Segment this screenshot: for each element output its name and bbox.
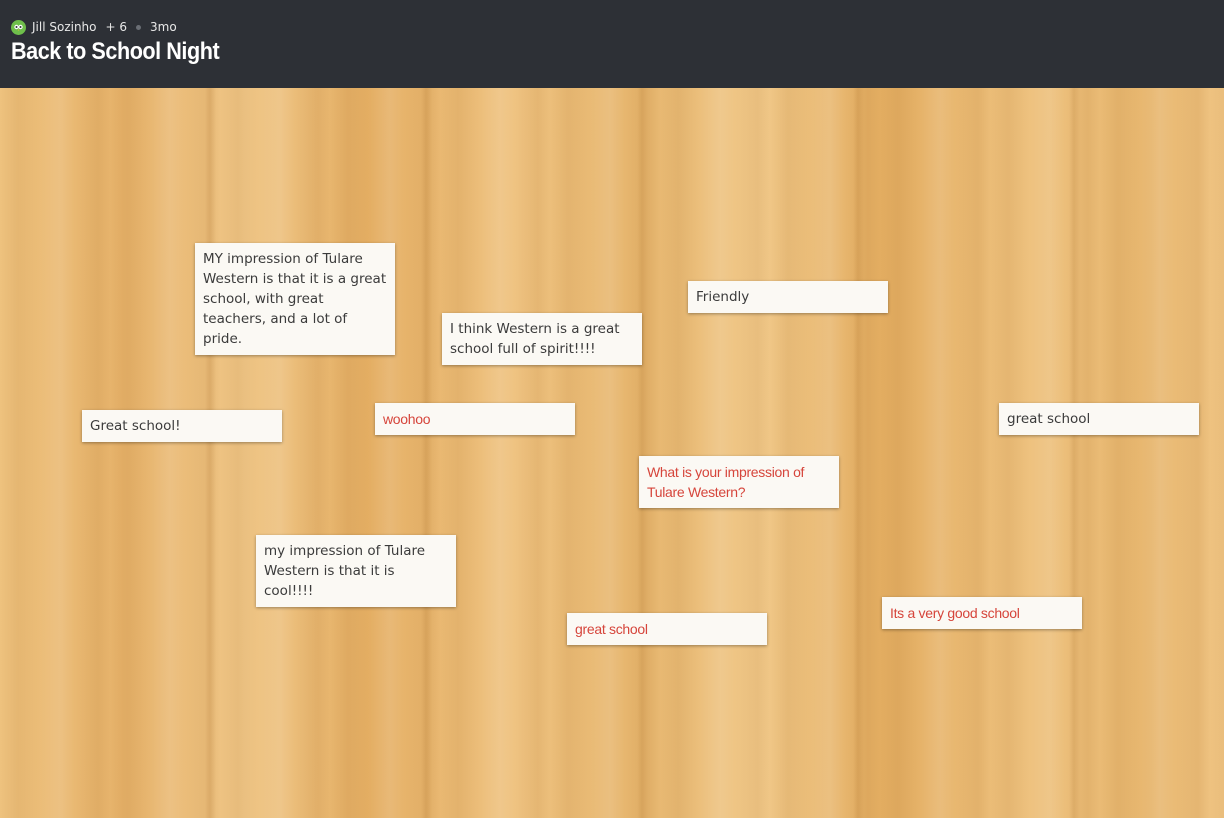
board-meta: Jill Sozinho + 6 3mo xyxy=(11,18,177,36)
owl-icon xyxy=(14,24,23,30)
separator-dot xyxy=(136,24,142,30)
post-note[interactable]: great school xyxy=(567,613,767,645)
post-note[interactable]: Friendly xyxy=(688,281,888,313)
post-note[interactable]: Its a very good school xyxy=(882,597,1082,629)
post-note[interactable]: my impression of Tulare Western is that … xyxy=(256,535,456,607)
author-name[interactable]: Jill Sozinho xyxy=(32,20,97,34)
post-note[interactable]: woohoo xyxy=(375,403,575,435)
timestamp: 3mo xyxy=(150,20,177,34)
collaborator-count[interactable]: + 6 xyxy=(106,20,128,34)
user-avatar[interactable] xyxy=(11,19,26,35)
post-note[interactable]: Great school! xyxy=(82,410,282,442)
board-header: Jill Sozinho + 6 3mo Back to School Nigh… xyxy=(0,0,1224,88)
post-note[interactable]: great school xyxy=(999,403,1199,435)
post-note[interactable]: I think Western is a great school full o… xyxy=(442,313,642,365)
post-note[interactable]: What is your impression of Tulare Wester… xyxy=(639,456,839,508)
wall-board[interactable]: MY impression of Tulare Western is that … xyxy=(0,88,1224,818)
post-note[interactable]: MY impression of Tulare Western is that … xyxy=(195,243,395,355)
page-title: Back to School Night xyxy=(11,38,220,65)
